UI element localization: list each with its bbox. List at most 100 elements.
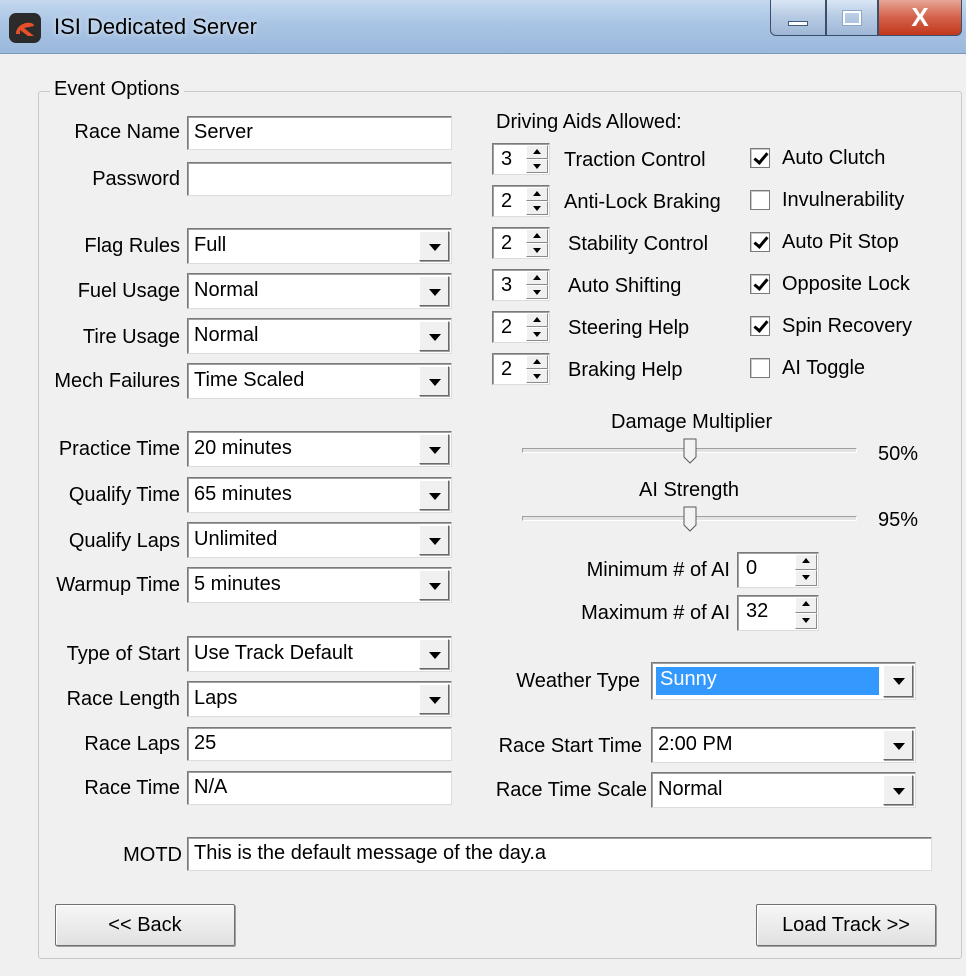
spin-down-icon[interactable] xyxy=(526,327,548,341)
spin-up-icon[interactable] xyxy=(526,355,548,369)
race-name-input[interactable]: Server xyxy=(187,116,452,150)
spin-up-icon[interactable] xyxy=(526,313,548,327)
aid-checkbox-label[interactable]: Invulnerability xyxy=(782,189,904,212)
ai-strength-label: AI Strength xyxy=(639,479,740,501)
aid-checkbox[interactable] xyxy=(750,274,770,294)
chevron-down-icon[interactable] xyxy=(419,434,449,464)
min-ai-value: 0 xyxy=(746,557,758,579)
flag-rules-select[interactable]: Full xyxy=(187,228,452,264)
aid-spinner[interactable]: 3 xyxy=(492,143,550,175)
race-time-input[interactable]: N/A xyxy=(187,771,452,805)
aid-checkbox[interactable] xyxy=(750,232,770,252)
min-ai-spinner[interactable]: 0 xyxy=(737,552,819,588)
window-title: ISI Dedicated Server xyxy=(54,14,257,39)
chevron-down-icon[interactable] xyxy=(883,730,913,760)
chevron-down-icon[interactable] xyxy=(883,665,913,697)
password-input[interactable] xyxy=(187,162,452,196)
min-ai-label: Minimum # of AI xyxy=(586,559,730,581)
aid-checkbox[interactable] xyxy=(750,316,770,336)
spin-down-icon[interactable] xyxy=(526,369,548,383)
qualify-time-select[interactable]: 65 minutes xyxy=(187,477,452,513)
race-laps-input[interactable]: 25 xyxy=(187,727,452,761)
aid-checkbox-label[interactable]: Spin Recovery xyxy=(782,315,912,338)
weather-type-select[interactable]: Sunny xyxy=(651,662,916,700)
aid-checkbox-label[interactable]: Opposite Lock xyxy=(782,273,910,296)
back-button[interactable]: << Back xyxy=(55,904,235,946)
tire-usage-select[interactable]: Normal xyxy=(187,318,452,354)
spin-up-icon[interactable] xyxy=(526,229,548,243)
fuel-usage-select[interactable]: Normal xyxy=(187,273,452,309)
ai-strength-value: 95% xyxy=(878,509,919,531)
fuel-usage-label: Fuel Usage xyxy=(77,280,180,302)
chevron-down-icon[interactable] xyxy=(419,480,449,510)
spin-up-icon[interactable] xyxy=(795,597,817,613)
damage-multiplier-label: Damage Multiplier xyxy=(611,411,773,433)
qualify-time-value: 65 minutes xyxy=(194,483,292,505)
spin-down-icon[interactable] xyxy=(795,570,817,586)
race-length-value: Laps xyxy=(194,687,238,709)
maximize-button[interactable] xyxy=(826,0,878,36)
aid-spinner[interactable]: 2 xyxy=(492,185,550,217)
aid-checkbox-label[interactable]: Auto Clutch xyxy=(782,147,885,170)
aid-checkbox[interactable] xyxy=(750,358,770,378)
aid-spinner[interactable]: 2 xyxy=(492,353,550,385)
aid-checkbox[interactable] xyxy=(750,148,770,168)
ai-strength-thumb[interactable] xyxy=(683,506,697,532)
spin-down-icon[interactable] xyxy=(526,159,548,173)
race-time-scale-select[interactable]: Normal xyxy=(651,772,916,808)
spin-up-icon[interactable] xyxy=(526,271,548,285)
chevron-down-icon[interactable] xyxy=(419,231,449,261)
aid-spinner[interactable]: 2 xyxy=(492,227,550,259)
race-start-time-label: Race Start Time xyxy=(498,735,642,757)
driving-aids-heading: Driving Aids Allowed: xyxy=(496,111,682,133)
aid-checkbox-label[interactable]: Auto Pit Stop xyxy=(782,231,899,254)
chevron-down-icon[interactable] xyxy=(419,321,449,351)
chevron-down-icon[interactable] xyxy=(419,366,449,396)
damage-multiplier-thumb[interactable] xyxy=(683,438,697,464)
chevron-down-icon[interactable] xyxy=(419,570,449,600)
spin-down-icon[interactable] xyxy=(526,285,548,299)
motd-input[interactable]: This is the default message of the day.a xyxy=(187,837,932,871)
mech-failures-select[interactable]: Time Scaled xyxy=(187,363,452,399)
minimize-button[interactable] xyxy=(770,0,826,36)
practice-time-select[interactable]: 20 minutes xyxy=(187,431,452,467)
spin-up-icon[interactable] xyxy=(526,187,548,201)
aid-spinner-label: Stability Control xyxy=(568,233,709,255)
spin-down-icon[interactable] xyxy=(526,243,548,257)
qualify-laps-value: Unlimited xyxy=(194,528,278,550)
aid-spinner-value: 2 xyxy=(501,358,513,380)
close-icon: X xyxy=(911,2,929,32)
mech-failures-value: Time Scaled xyxy=(194,369,305,391)
race-laps-label: Race Laps xyxy=(84,733,180,755)
spin-up-icon[interactable] xyxy=(526,145,548,159)
warmup-time-select[interactable]: 5 minutes xyxy=(187,567,452,603)
aid-checkbox[interactable] xyxy=(750,190,770,210)
aid-spinner-label: Traction Control xyxy=(564,149,706,171)
type-of-start-select[interactable]: Use Track Default xyxy=(187,636,452,672)
chevron-down-icon[interactable] xyxy=(419,276,449,306)
aid-spinner[interactable]: 2 xyxy=(492,311,550,343)
close-button[interactable]: X xyxy=(878,0,962,36)
race-start-time-select[interactable]: 2:00 PM xyxy=(651,727,916,763)
chevron-down-icon[interactable] xyxy=(419,525,449,555)
chevron-down-icon[interactable] xyxy=(419,639,449,669)
aid-checkbox-label[interactable]: AI Toggle xyxy=(782,357,865,380)
spin-up-icon[interactable] xyxy=(795,554,817,570)
warmup-time-value: 5 minutes xyxy=(194,573,281,595)
max-ai-spinner[interactable]: 32 xyxy=(737,595,819,631)
max-ai-label: Maximum # of AI xyxy=(581,602,730,624)
chevron-down-icon[interactable] xyxy=(419,684,449,714)
load-track-button[interactable]: Load Track >> xyxy=(756,904,936,946)
chevron-down-icon[interactable] xyxy=(883,775,913,805)
race-length-select[interactable]: Laps xyxy=(187,681,452,717)
aid-spinner-label: Steering Help xyxy=(568,317,690,339)
aid-spinner[interactable]: 3 xyxy=(492,269,550,301)
aid-spinner-value: 2 xyxy=(501,316,513,338)
title-bar[interactable]: ISI Dedicated Server X xyxy=(0,0,966,54)
spin-down-icon[interactable] xyxy=(795,613,817,629)
qualify-laps-select[interactable]: Unlimited xyxy=(187,522,452,558)
spin-down-icon[interactable] xyxy=(526,201,548,215)
practice-time-label: Practice Time xyxy=(58,438,180,460)
race-name-label: Race Name xyxy=(74,121,180,143)
qualify-time-label: Qualify Time xyxy=(68,484,180,506)
